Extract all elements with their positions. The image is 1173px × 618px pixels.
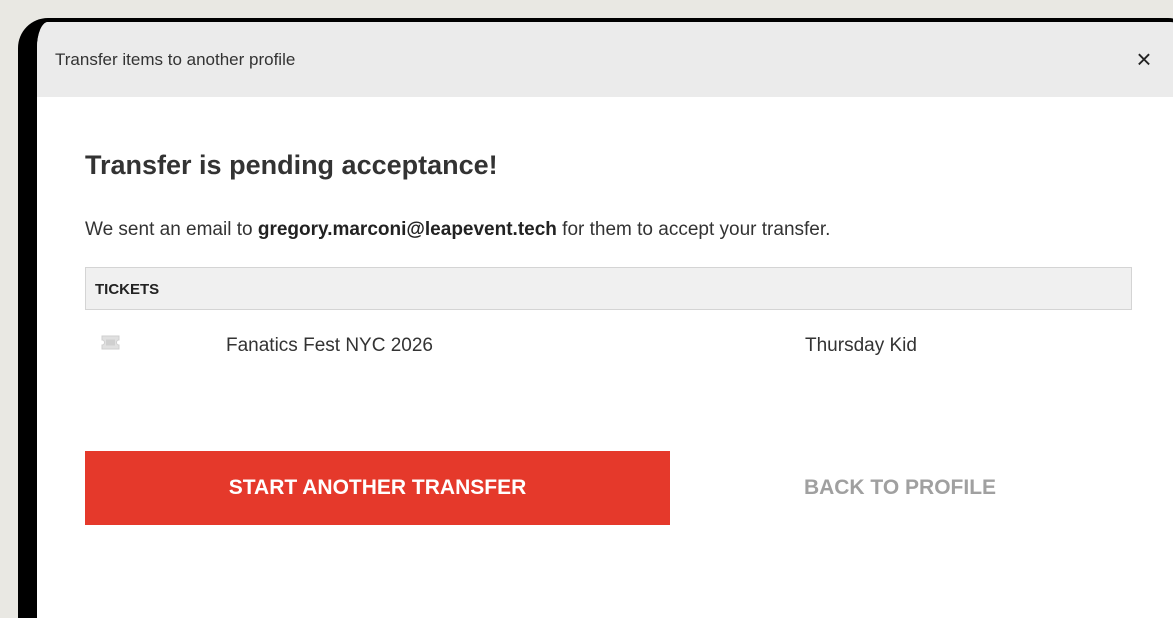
transfer-modal: Transfer items to another profile × Tran… (18, 18, 1173, 618)
tickets-header: TICKETS (85, 267, 1132, 310)
close-button[interactable]: × (1129, 44, 1159, 74)
start-another-transfer-button[interactable]: START ANOTHER TRANSFER (85, 451, 670, 525)
email-message: We sent an email to gregory.marconi@leap… (85, 219, 830, 241)
back-to-profile-button[interactable]: BACK TO PROFILE (670, 451, 1130, 525)
ticket-icon (101, 335, 120, 350)
tickets-header-label: TICKETS (95, 281, 160, 298)
pending-heading: Transfer is pending acceptance! (85, 150, 498, 180)
tickets-table: TICKETS Fanatics Fest NYC 2026 Thursday … (85, 267, 1132, 382)
ticket-row: Fanatics Fest NYC 2026 Thursday Kid (85, 310, 1132, 382)
recipient-email: gregory.marconi@leapevent.tech (257, 219, 557, 240)
message-suffix: for them to accept your transfer. (556, 219, 831, 240)
modal-title: Transfer items to another profile (55, 50, 296, 69)
ticket-event-name: Fanatics Fest NYC 2026 (226, 335, 433, 356)
ticket-type: Thursday Kid (805, 335, 917, 356)
modal-header: Transfer items to another profile × (37, 22, 1173, 97)
message-prefix: We sent an email to (85, 219, 258, 240)
